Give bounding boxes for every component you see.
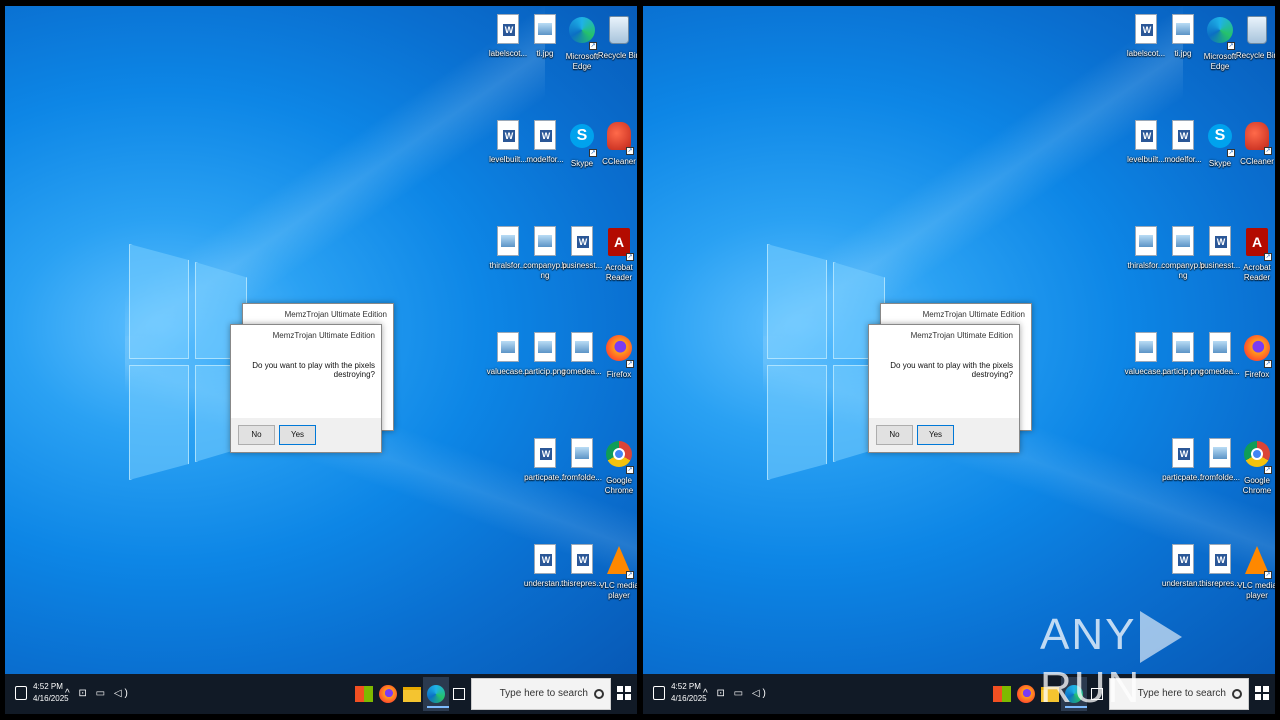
store-taskbar-icon[interactable] (355, 686, 373, 702)
dialog-message: Do you want to play with the pixels dest… (869, 347, 1019, 419)
desktop: Recycle Bin ↗ Microsoft Edge ti.jpg Wlabe… (643, 6, 1275, 674)
store-taskbar-icon[interactable] (993, 686, 1011, 702)
task-view-icon[interactable] (453, 688, 465, 700)
word-file-icon[interactable]: Wunderstan... (1161, 544, 1205, 589)
file-explorer-taskbar-icon[interactable] (403, 687, 421, 702)
image-file-icon[interactable]: valuecase... (1124, 332, 1168, 377)
edge-taskbar-icon[interactable] (427, 685, 449, 708)
search-icon (594, 689, 604, 699)
anyrun-watermark: ANYRUN (1040, 610, 1280, 713)
notification-icon[interactable] (15, 686, 27, 700)
dialog-message: Do you want to play with the pixels dest… (231, 347, 381, 419)
image-file-icon[interactable]: valuecase... (486, 332, 530, 377)
left-screen: Recycle Bin ↗ Microsoft Edge ti.jpg Wlabe… (5, 6, 637, 714)
system-tray[interactable]: ^ ⊡ ▭ ◁) (703, 688, 769, 699)
word-file-icon[interactable]: Wlabelscot... (1124, 14, 1168, 59)
memz-dialog[interactable]: MemzTrojan Ultimate Edition Do you want … (230, 324, 382, 453)
system-tray[interactable]: ^ ⊡ ▭ ◁) (65, 688, 131, 699)
start-button[interactable] (617, 686, 631, 700)
word-file-icon[interactable]: Wparticpate... (1161, 438, 1205, 483)
search-box[interactable]: Type here to search (471, 678, 611, 710)
right-screen: Recycle Bin ↗ Microsoft Edge ti.jpg Wlabe… (643, 6, 1275, 714)
dialog-title: MemzTrojan Ultimate Edition (272, 331, 375, 340)
yes-button[interactable]: Yes (279, 425, 316, 445)
firefox-taskbar-icon[interactable] (1017, 685, 1035, 703)
yes-button[interactable]: Yes (917, 425, 954, 445)
dialog-title: MemzTrojan Ultimate Edition (910, 331, 1013, 340)
word-file-icon[interactable]: Wlevelbuilt... (486, 120, 530, 165)
desktop: Recycle Bin ↗ Microsoft Edge ti.jpg Wlabe… (5, 6, 637, 674)
play-icon (1140, 611, 1183, 664)
dialog-footer: No Yes (869, 418, 1019, 452)
image-file-icon[interactable]: thiralsfor... (486, 226, 530, 271)
clock[interactable]: 4:52 PM 4/16/2025 (671, 681, 707, 705)
no-button[interactable]: No (876, 425, 913, 445)
no-button[interactable]: No (238, 425, 275, 445)
dialog-title: MemzTrojan Ultimate Edition (922, 310, 1025, 319)
word-file-icon[interactable]: Wlabelscot... (486, 14, 530, 59)
dialog-footer: No Yes (231, 418, 381, 452)
taskbar: 4:52 PM 4/16/2025 ^ ⊡ ▭ ◁) Type here to … (5, 674, 637, 714)
word-file-icon[interactable]: Wlevelbuilt... (1124, 120, 1168, 165)
memz-dialog[interactable]: MemzTrojan Ultimate Edition Do you want … (868, 324, 1020, 453)
word-file-icon[interactable]: Wparticpate... (523, 438, 567, 483)
image-file-icon[interactable]: thiralsfor... (1124, 226, 1168, 271)
dialog-title: MemzTrojan Ultimate Edition (284, 310, 387, 319)
notification-icon[interactable] (653, 686, 665, 700)
clock[interactable]: 4:52 PM 4/16/2025 (33, 681, 69, 705)
word-file-icon[interactable]: Wunderstan... (523, 544, 567, 589)
firefox-taskbar-icon[interactable] (379, 685, 397, 703)
